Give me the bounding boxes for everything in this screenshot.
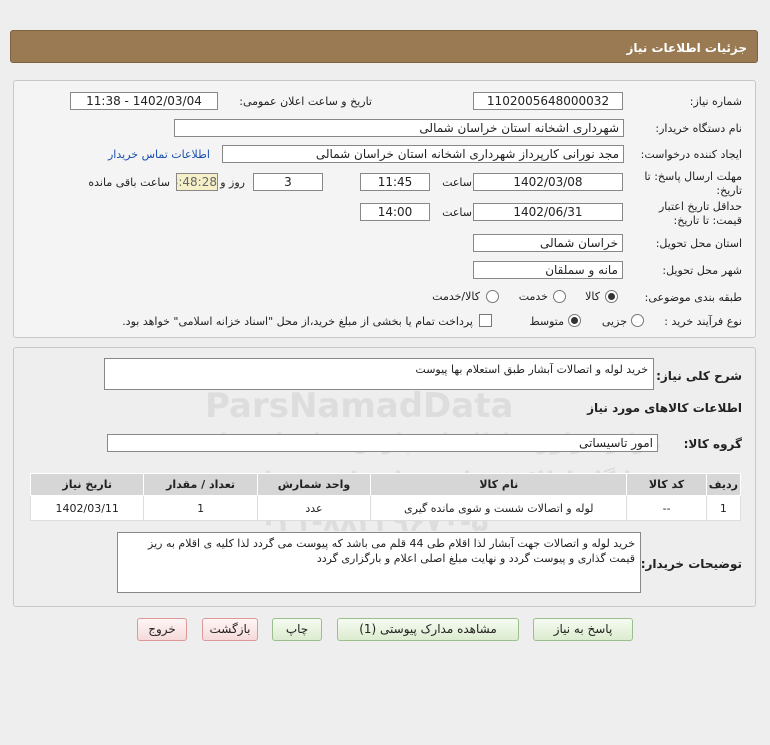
validity-date-field: 1402/06/31	[473, 203, 623, 221]
buyer-org-label: نام دستگاه خریدار:	[655, 122, 742, 135]
summary-label: شرح کلی نیاز:	[656, 369, 742, 383]
cell-code: --	[626, 495, 707, 521]
deadline-time-field: 11:45	[360, 173, 430, 191]
validity-label-1: حداقل تاریخ اعتبار	[658, 200, 742, 213]
category-goods-label: کالا	[585, 290, 600, 303]
process-medium-label: متوسط	[529, 315, 564, 328]
summary-field: خرید لوله و اتصالات آبشار طبق استعلام به…	[104, 358, 654, 390]
validity-time-label: ساعت	[442, 206, 472, 219]
process-minor-label: جزیی	[601, 315, 627, 328]
goods-info-title: اطلاعات کالاهای مورد نیاز	[587, 401, 742, 415]
category-goods-service-radio[interactable]	[486, 290, 499, 303]
treasury-payment-note: پرداخت تمام یا بخشی از مبلغ خرید،از محل …	[122, 315, 473, 328]
reply-button[interactable]: پاسخ به نیاز	[533, 618, 633, 641]
col-date: تاریخ نیاز	[29, 473, 145, 496]
page-title: جزئیات اطلاعات نیاز	[626, 41, 747, 55]
buyer-notes-field: خرید لوله و اتصالات جهت آبشار لذا اقلام …	[117, 532, 641, 593]
deadline-time-label: ساعت	[442, 176, 472, 189]
goods-group-field: امور تاسیساتی	[107, 434, 658, 452]
view-attachments-button[interactable]: مشاهده مدارک پیوستی (1)	[337, 618, 519, 641]
validity-time-field: 14:00	[360, 203, 430, 221]
contact-buyer-link[interactable]: اطلاعات تماس خریدار	[108, 148, 210, 161]
col-name: نام کالا	[370, 473, 628, 496]
validity-label-2: قیمت: تا تاریخ:	[673, 214, 742, 227]
buyer-notes-label: توضیحات خریدار:	[640, 557, 742, 571]
days-label: روز و	[220, 176, 245, 189]
category-service-radio[interactable]	[553, 290, 566, 303]
process-label: نوع فرآیند خرید :	[664, 315, 742, 328]
process-medium-radio[interactable]	[568, 314, 581, 327]
page-header: جزئیات اطلاعات نیاز	[10, 30, 758, 63]
goods-group-label: گروه کالا:	[683, 437, 742, 451]
announce-label: تاریخ و ساعت اعلان عمومی:	[239, 95, 372, 108]
category-label: طبقه بندی موضوعی:	[644, 291, 742, 304]
treasury-payment-checkbox[interactable]	[479, 314, 492, 327]
remaining-time-field: 23:48:28	[176, 173, 218, 191]
creator-label: ایجاد کننده درخواست:	[640, 148, 742, 161]
deadline-date-field: 1402/03/08	[473, 173, 623, 191]
back-button[interactable]: بازگشت	[202, 618, 258, 641]
col-unit: واحد شمارش	[256, 473, 372, 496]
table-row: 1 -- لوله و اتصالات شست و شوی مانده گیری…	[29, 495, 742, 521]
cell-qty: 1	[143, 495, 258, 521]
exit-button[interactable]: خروج	[137, 618, 187, 641]
goods-table-header: ردیف کد کالا نام کالا واحد شمارش تعداد /…	[29, 473, 742, 496]
cell-date: 1402/03/11	[29, 495, 145, 521]
category-goods-radio[interactable]	[605, 290, 618, 303]
remaining-label: ساعت باقی مانده	[88, 176, 170, 189]
province-field: خراسان شمالی	[473, 234, 623, 252]
goods-table: ردیف کد کالا نام کالا واحد شمارش تعداد /…	[29, 473, 742, 521]
deadline-label-2: تاریخ:	[716, 184, 742, 197]
cell-row: 1	[705, 495, 742, 521]
cell-unit: عدد	[256, 495, 372, 521]
announce-field: 1402/03/04 - 11:38	[70, 92, 218, 110]
category-service-label: خدمت	[518, 290, 548, 303]
category-goods-service-label: کالا/خدمت	[432, 290, 480, 303]
days-field: 3	[253, 173, 323, 191]
deadline-label-1: مهلت ارسال پاسخ: تا	[644, 170, 742, 183]
col-code: کد کالا	[626, 473, 707, 496]
city-label: شهر محل تحویل:	[662, 264, 742, 277]
col-qty: تعداد / مقدار	[143, 473, 258, 496]
buyer-org-field: شهرداری اشخانه استان خراسان شمالی	[174, 119, 624, 137]
need-number-field: 1102005648000032	[473, 92, 623, 110]
need-number-label: شماره نیاز:	[689, 95, 742, 108]
cell-name: لوله و اتصالات شست و شوی مانده گیری	[370, 495, 628, 521]
creator-field: مجد نورانی کارپرداز شهرداری اشخانه استان…	[222, 145, 624, 163]
print-button[interactable]: چاپ	[272, 618, 322, 641]
province-label: استان محل تحویل:	[655, 237, 742, 250]
col-row: ردیف	[705, 473, 742, 496]
process-minor-radio[interactable]	[631, 314, 644, 327]
city-field: مانه و سملقان	[473, 261, 623, 279]
